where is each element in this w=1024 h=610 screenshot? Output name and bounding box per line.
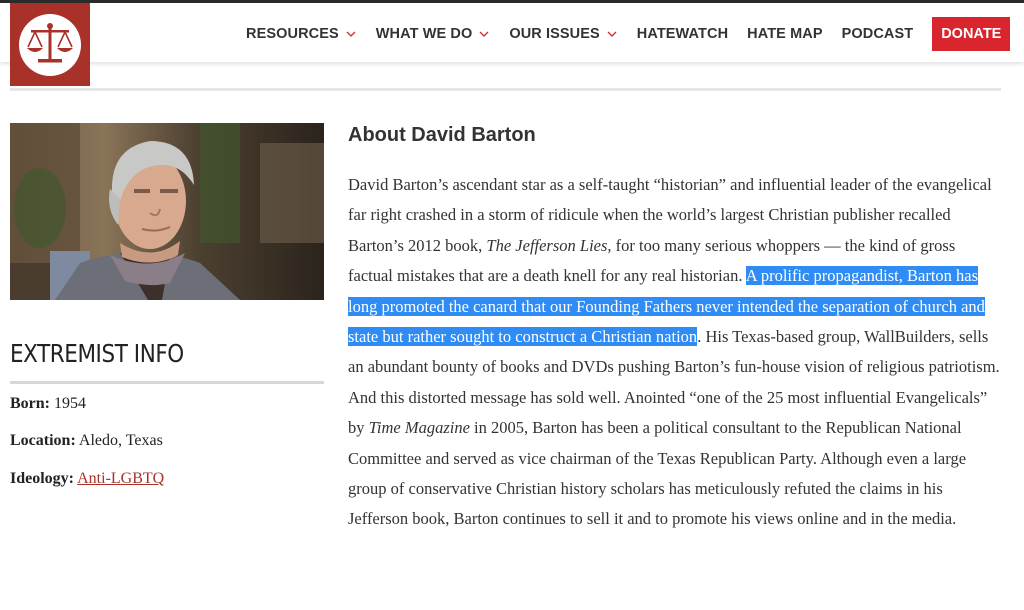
- site-header: RESOURCES WHAT WE DO OUR ISSUES HATEWATC…: [0, 0, 1024, 86]
- sidebar-title: EXTREMIST INFO: [10, 339, 184, 368]
- nav-item-hatewatch[interactable]: HATEWATCH: [637, 26, 728, 42]
- article-title: About David Barton: [348, 124, 536, 146]
- nav-label: WHAT WE DO: [375, 26, 473, 42]
- scales-of-justice-icon: [19, 13, 81, 76]
- nav-item-podcast[interactable]: PODCAST: [842, 26, 914, 42]
- ideology-row: Ideology: Anti-LGBTQ: [10, 470, 164, 488]
- site-logo[interactable]: [10, 3, 90, 86]
- nav-item-hate-map[interactable]: HATE MAP: [747, 26, 822, 42]
- nav-item-what-we-do[interactable]: WHAT WE DO: [376, 26, 491, 42]
- main-nav: RESOURCES WHAT WE DO OUR ISSUES HATEWATC…: [246, 3, 1024, 65]
- location-row: Location: Aledo, Texas: [10, 432, 163, 450]
- born-label: Born:: [10, 395, 50, 412]
- magazine-title: Time Magazine: [368, 418, 470, 438]
- chevron-down-icon: [479, 31, 489, 37]
- born-row: Born: 1954: [10, 395, 86, 413]
- book-title: The Jefferson Lies,: [486, 235, 612, 255]
- location-label: Location:: [10, 432, 76, 449]
- profile-photo: [10, 123, 324, 300]
- ideology-label: Ideology:: [10, 470, 74, 487]
- content-divider: [10, 88, 1001, 91]
- chevron-down-icon: [346, 31, 356, 37]
- article-body: David Barton’s ascendant star as a self-…: [348, 170, 1000, 535]
- born-value: 1954: [54, 395, 86, 412]
- nav-item-resources[interactable]: RESOURCES: [246, 26, 357, 42]
- sidebar-divider: [10, 381, 324, 384]
- nav-label: RESOURCES: [246, 26, 339, 42]
- nav-label: HATE MAP: [747, 26, 823, 42]
- nav-item-our-issues[interactable]: OUR ISSUES: [509, 26, 617, 42]
- ideology-link[interactable]: Anti-LGBTQ: [77, 470, 164, 487]
- nav-label: PODCAST: [841, 26, 914, 42]
- nav-label: HATEWATCH: [636, 26, 729, 42]
- location-value: Aledo, Texas: [78, 432, 163, 449]
- nav-label: OUR ISSUES: [509, 26, 600, 42]
- donate-button[interactable]: DONATE: [932, 17, 1011, 51]
- chevron-down-icon: [607, 31, 617, 37]
